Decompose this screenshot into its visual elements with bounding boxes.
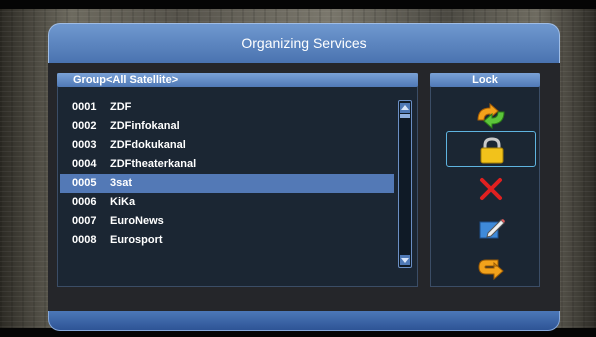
service-number: 0007 bbox=[72, 215, 97, 227]
service-name: ZDFinfokanal bbox=[110, 120, 180, 132]
scroll-thumb[interactable] bbox=[400, 114, 410, 118]
top-letterbox bbox=[0, 0, 596, 9]
actions-panel-title: Lock bbox=[472, 74, 498, 86]
scroll-down-button[interactable] bbox=[400, 255, 410, 265]
service-row[interactable]: 0001 ZDF bbox=[60, 98, 394, 117]
group-selector[interactable]: Group<All Satellite> bbox=[57, 73, 418, 87]
service-row[interactable]: 0004 ZDFtheaterkanal bbox=[60, 155, 394, 174]
service-name: 3sat bbox=[110, 177, 133, 189]
service-row[interactable]: 0008 Eurosport bbox=[60, 231, 394, 250]
service-name: ZDF bbox=[110, 101, 132, 113]
service-row[interactable]: 0002 ZDFinfokanal bbox=[60, 117, 394, 136]
move-arrows-icon bbox=[477, 102, 505, 130]
service-name: KiKa bbox=[110, 196, 136, 208]
service-number: 0004 bbox=[72, 158, 97, 170]
service-name: ZDFdokukanal bbox=[110, 139, 186, 151]
service-number: 0008 bbox=[72, 234, 97, 246]
service-number: 0002 bbox=[72, 120, 97, 132]
move-button[interactable] bbox=[446, 98, 536, 134]
rename-button[interactable] bbox=[446, 210, 536, 246]
return-arrow-icon bbox=[478, 259, 504, 281]
service-number: 0003 bbox=[72, 139, 97, 151]
dialog-header: Organizing Services bbox=[48, 23, 560, 63]
service-row[interactable]: 0003 ZDFdokukanal bbox=[60, 136, 394, 155]
service-row[interactable]: 0007 EuroNews bbox=[60, 212, 394, 231]
return-button[interactable] bbox=[446, 250, 536, 286]
group-label: Group<All Satellite> bbox=[73, 74, 179, 86]
service-name: Eurosport bbox=[110, 234, 163, 246]
lock-button[interactable] bbox=[446, 131, 536, 167]
lock-icon bbox=[480, 137, 504, 164]
list-scrollbar[interactable] bbox=[398, 100, 412, 268]
dialog-footer bbox=[48, 311, 560, 331]
rename-pencil-icon bbox=[479, 219, 505, 239]
delete-x-icon bbox=[480, 178, 502, 200]
service-number: 0005 bbox=[72, 177, 97, 189]
service-row-selected[interactable]: 0005 3sat bbox=[60, 174, 394, 193]
delete-button[interactable] bbox=[446, 171, 536, 207]
chevron-down-icon bbox=[401, 258, 409, 263]
service-name: ZDFtheaterkanal bbox=[110, 158, 197, 170]
service-row[interactable]: 0006 KiKa bbox=[60, 193, 394, 212]
actions-panel-header: Lock bbox=[430, 73, 540, 87]
service-number: 0006 bbox=[72, 196, 97, 208]
dialog-title: Organizing Services bbox=[241, 35, 367, 51]
chevron-up-icon bbox=[401, 105, 409, 110]
service-number: 0001 bbox=[72, 101, 97, 113]
service-name: EuroNews bbox=[110, 215, 164, 227]
service-list[interactable]: 0001 ZDF 0002 ZDFinfokanal 0003 ZDFdokuk… bbox=[60, 98, 394, 250]
scroll-up-button[interactable] bbox=[400, 103, 410, 113]
